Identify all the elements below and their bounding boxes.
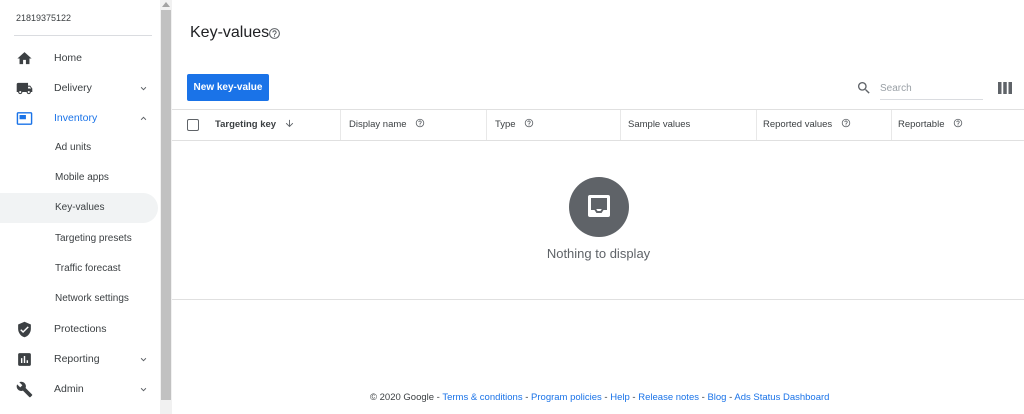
- column-label: Reported values: [763, 119, 833, 130]
- column-label: Reportable: [898, 119, 945, 130]
- sidebar-scrollbar[interactable]: [160, 0, 172, 414]
- scrollbar-thumb[interactable]: [161, 10, 171, 400]
- search-input[interactable]: [880, 78, 983, 100]
- table-body-border: [172, 299, 1024, 300]
- table-header: Targeting key Display name Type Sample v…: [172, 109, 1024, 141]
- sidebar-item-label: Delivery: [54, 82, 92, 94]
- sidebar-item-admin[interactable]: Admin: [0, 374, 160, 404]
- footer-link-program-policies[interactable]: Program policies: [531, 392, 602, 403]
- columns-icon[interactable]: [998, 82, 1012, 94]
- main-content: Key-values New key-value Targeting key D…: [172, 0, 1024, 414]
- sidebar-item-home[interactable]: Home: [0, 43, 160, 73]
- sidebar-item-label: Home: [54, 52, 83, 64]
- chevron-down-icon: [140, 387, 147, 392]
- help-icon[interactable]: [841, 118, 851, 128]
- wrench-icon: [16, 381, 33, 398]
- sidebar-item-label: Reporting: [54, 353, 100, 365]
- footer-link-blog[interactable]: Blog: [707, 392, 726, 403]
- sidebar-subitem-label: Key-values: [55, 202, 105, 213]
- sidebar-item-label: Inventory: [54, 112, 98, 124]
- footer-link-terms[interactable]: Terms & conditions: [442, 392, 522, 403]
- chevron-up-icon: [140, 116, 147, 121]
- column-label: Display name: [349, 119, 407, 130]
- help-icon[interactable]: [415, 118, 425, 128]
- page-footer: © 2020 Google - Terms & conditions - Pro…: [370, 392, 829, 403]
- search-icon[interactable]: [856, 80, 872, 96]
- sidebar-divider: [14, 35, 152, 36]
- inventory-icon: [16, 112, 33, 125]
- column-label: Type: [495, 119, 516, 130]
- footer-link-ads-status-dashboard[interactable]: Ads Status Dashboard: [734, 392, 829, 403]
- column-header-sample-values[interactable]: Sample values: [628, 110, 690, 140]
- footer-link-release-notes[interactable]: Release notes: [638, 392, 699, 403]
- column-header-display-name[interactable]: Display name: [349, 110, 425, 140]
- column-label: Sample values: [628, 119, 691, 130]
- empty-state-text: Nothing to display: [546, 246, 651, 261]
- empty-inbox-icon: [569, 177, 629, 237]
- bar-chart-icon: [18, 353, 31, 366]
- footer-link-help[interactable]: Help: [610, 392, 630, 403]
- sidebar-subitem-traffic-forecast[interactable]: Traffic forecast: [0, 254, 160, 284]
- home-icon: [17, 52, 32, 65]
- network-id: 21819375122: [16, 13, 72, 23]
- help-icon[interactable]: [524, 118, 534, 128]
- column-label: Targeting key: [215, 119, 277, 130]
- sidebar-subitem-mobile-apps[interactable]: Mobile apps: [0, 163, 160, 193]
- chevron-down-icon: [140, 86, 147, 91]
- sidebar-subitem-targeting-presets[interactable]: Targeting presets: [0, 224, 160, 254]
- footer-separator: -: [522, 392, 532, 403]
- new-key-value-button[interactable]: New key-value: [187, 74, 269, 101]
- column-header-type[interactable]: Type: [495, 110, 534, 140]
- help-icon[interactable]: [953, 118, 963, 128]
- sidebar-subitem-label: Mobile apps: [55, 172, 109, 183]
- sort-arrow-down-icon[interactable]: [284, 118, 295, 129]
- column-header-reportable[interactable]: Reportable: [898, 110, 963, 140]
- footer-separator: -: [601, 392, 611, 403]
- column-divider: [756, 110, 757, 140]
- sidebar-item-label: Admin: [54, 383, 84, 395]
- help-icon[interactable]: [268, 27, 281, 40]
- sidebar-subitem-label: Traffic forecast: [55, 263, 121, 274]
- column-divider: [891, 110, 892, 140]
- shield-check-icon: [18, 321, 31, 338]
- column-divider: [340, 110, 341, 140]
- sidebar-item-reporting[interactable]: Reporting: [0, 344, 160, 374]
- select-all-checkbox[interactable]: [187, 119, 199, 131]
- sidebar-nav: 21819375122 Home Delivery Inventory Ad u…: [0, 0, 160, 414]
- footer-separator: -: [629, 392, 639, 403]
- sidebar-subitem-label: Ad units: [55, 142, 92, 153]
- sidebar-item-inventory[interactable]: Inventory: [0, 103, 160, 133]
- column-divider: [620, 110, 621, 140]
- sidebar-subitem-ad-units[interactable]: Ad units: [0, 133, 160, 163]
- sidebar-subitem-label: Network settings: [55, 293, 129, 304]
- truck-icon: [16, 82, 33, 95]
- page-title: Key-values: [190, 24, 270, 41]
- sidebar-subitem-label: Targeting presets: [55, 233, 132, 244]
- sidebar-item-protections[interactable]: Protections: [0, 314, 160, 344]
- sidebar-item-label: Protections: [54, 323, 107, 335]
- sidebar-item-delivery[interactable]: Delivery: [0, 73, 160, 103]
- sidebar-subitem-key-values[interactable]: Key-values: [0, 193, 158, 223]
- column-header-reported-values[interactable]: Reported values: [763, 110, 851, 140]
- footer-copyright: © 2020 Google: [370, 392, 435, 403]
- scroll-up-arrow-icon[interactable]: [162, 2, 170, 7]
- sidebar-subitem-network-settings[interactable]: Network settings: [0, 284, 160, 314]
- column-divider: [486, 110, 487, 140]
- column-header-targeting-key[interactable]: Targeting key: [215, 110, 295, 140]
- chevron-down-icon: [140, 357, 147, 362]
